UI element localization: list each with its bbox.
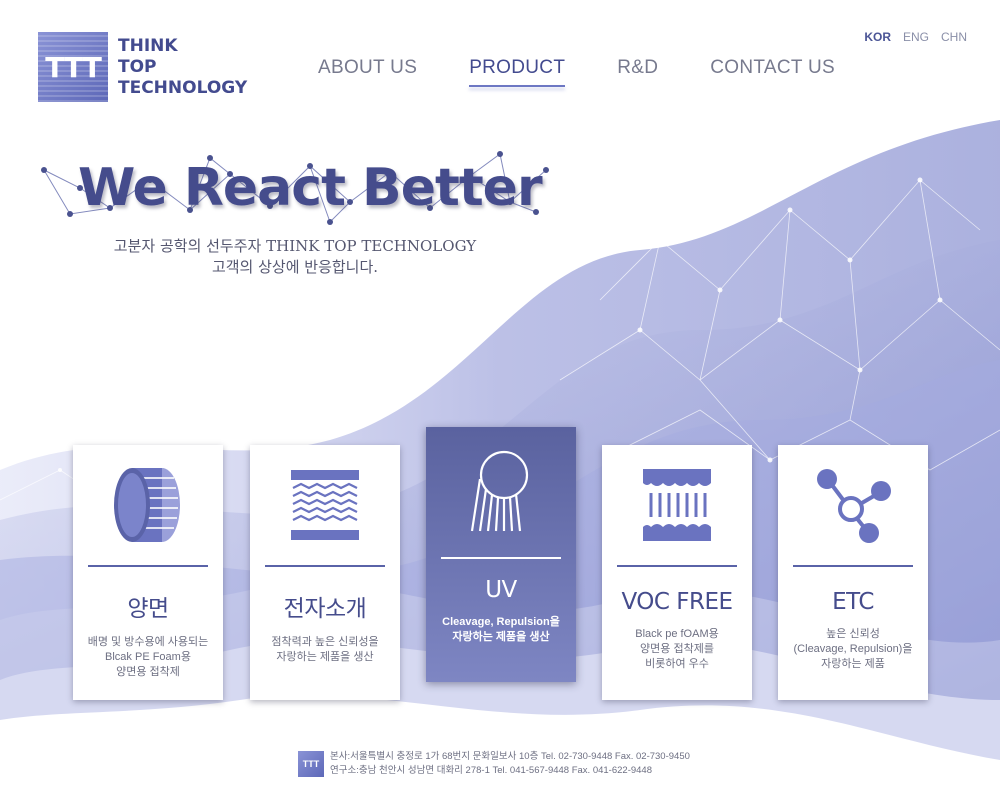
nav-contact-us[interactable]: CONTACT US (710, 57, 835, 87)
main-nav: ABOUT US PRODUCT R&D CONTACT US (318, 57, 835, 87)
card-desc-line: 자랑하는 제품을 생산 (276, 651, 374, 663)
card-title: 양면 (127, 596, 169, 622)
card-divider (265, 565, 385, 567)
hero-subtitle-line2: 고객의 상상에 반응합니다. (211, 258, 379, 276)
lang-kor[interactable]: KOR (864, 30, 891, 44)
product-card-etc[interactable]: ETC 높은 신뢰성 (Cleavage, Repulsion)을 자랑하는 제… (778, 445, 928, 700)
footer: TTT 본사:서울특별시 충정로 1가 68번지 문화일보사 10층 Tel. … (298, 750, 690, 778)
card-description: Black pe fOAM용 양면용 접착제를 비롯하여 우수 (602, 627, 752, 672)
card-divider (617, 565, 737, 567)
card-desc-line: 높은 신뢰성 (826, 628, 880, 640)
hero-title: We React Better (78, 158, 543, 218)
nav-about-us[interactable]: ABOUT US (318, 57, 417, 87)
footer-address: 본사:서울특별시 충정로 1가 68번지 문화일보사 10층 Tel. 02-7… (330, 750, 690, 778)
footer-line-lab: 연구소:충남 천안시 성남면 대화리 278-1 Tel. 041-567-94… (330, 765, 652, 776)
hero-title-block: We React Better (40, 150, 560, 230)
card-title: UV (485, 577, 517, 603)
card-desc-line: 점착력과 높은 신뢰성을 (271, 636, 379, 648)
card-desc-line: Black pe fOAM용 (635, 628, 719, 640)
logo-mark-icon: TTT (38, 32, 108, 102)
card-description: 높은 신뢰성 (Cleavage, Repulsion)을 자랑하는 제품 (778, 627, 928, 672)
product-card-uv[interactable]: UV Cleavage, Repulsion을 자랑하는 제품을 생산 (426, 427, 576, 682)
card-desc-line: Blcak PE Foam용 (105, 651, 191, 663)
hero-subtitle-line1: 고분자 공학의 선두주자 THINK TOP TECHNOLOGY (113, 237, 477, 255)
uv-icon (426, 427, 576, 557)
card-desc-line: (Cleavage, Repulsion)을 (793, 643, 913, 655)
card-desc-line: 비롯하여 우수 (645, 658, 709, 670)
card-desc-line: Cleavage, Repulsion을 (442, 616, 560, 628)
product-cards: 양면 배명 및 방수용에 사용되는 Blcak PE Foam용 양면용 접착제 (73, 427, 933, 707)
card-description: 배명 및 방수용에 사용되는 Blcak PE Foam용 양면용 접착제 (73, 635, 223, 680)
card-divider (88, 565, 208, 567)
card-desc-line: 배명 및 방수용에 사용되는 (87, 636, 209, 648)
nav-rnd[interactable]: R&D (617, 57, 658, 87)
roll-icon (73, 445, 223, 565)
logo-line: TOP (118, 56, 157, 77)
product-card-voc-free[interactable]: VOC FREE Black pe fOAM용 양면용 접착제를 비롯하여 우수 (602, 445, 752, 700)
card-desc-line: 자랑하는 제품을 생산 (452, 631, 550, 643)
logo-line: THINK (118, 35, 178, 56)
language-switcher: KOR ENG CHN (864, 30, 967, 44)
card-desc-line: 양면용 접착제를 (640, 643, 714, 655)
card-desc-line: 자랑하는 제품 (821, 658, 885, 670)
logo-wordmark: THINK TOP TECHNOLOGY (118, 36, 247, 99)
footer-logo-icon: TTT (298, 751, 324, 777)
card-description: 점착력과 높은 신뢰성을 자랑하는 제품을 생산 (250, 635, 400, 665)
product-card-double-sided[interactable]: 양면 배명 및 방수용에 사용되는 Blcak PE Foam용 양면용 접착제 (73, 445, 223, 700)
molecule-icon (778, 445, 928, 565)
card-title: 전자소개 (283, 596, 367, 622)
lang-chn[interactable]: CHN (941, 30, 967, 44)
foam-icon (602, 445, 752, 565)
footer-line-hq: 본사:서울특별시 충정로 1가 68번지 문화일보사 10층 Tel. 02-7… (330, 751, 690, 762)
nav-product[interactable]: PRODUCT (469, 57, 566, 87)
card-description: Cleavage, Repulsion을 자랑하는 제품을 생산 (426, 615, 576, 645)
logo-mark-text: TTT (45, 50, 102, 84)
card-title: VOC FREE (621, 589, 733, 615)
product-card-electronics[interactable]: 전자소개 점착력과 높은 신뢰성을 자랑하는 제품을 생산 (250, 445, 400, 700)
brand-logo[interactable]: TTT THINK TOP TECHNOLOGY (38, 32, 247, 102)
layers-icon (250, 445, 400, 565)
card-title: ETC (832, 589, 874, 615)
lang-eng[interactable]: ENG (903, 30, 929, 44)
logo-line: TECHNOLOGY (118, 77, 248, 98)
card-desc-line: 양면용 접착제 (116, 666, 180, 678)
card-divider (441, 557, 561, 559)
card-divider (793, 565, 913, 567)
hero-subtitle: 고분자 공학의 선두주자 THINK TOP TECHNOLOGY 고객의 상상… (90, 236, 500, 278)
